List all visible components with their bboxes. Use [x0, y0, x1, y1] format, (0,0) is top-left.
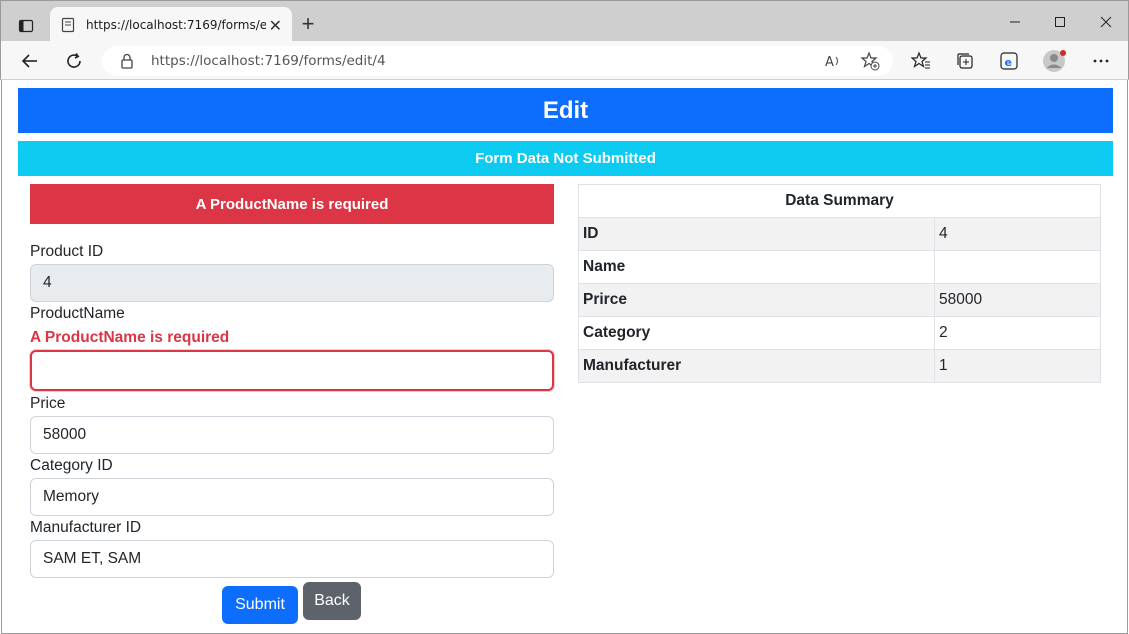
maximize-icon[interactable] — [1040, 9, 1080, 35]
new-tab-icon[interactable]: + — [297, 11, 319, 37]
svg-text:A: A — [825, 55, 834, 70]
tab-title: https://localhost:7169/forms/edit — [86, 17, 266, 32]
lock-icon[interactable] — [120, 53, 134, 74]
refresh-icon[interactable] — [62, 49, 86, 73]
favicon-icon — [60, 17, 76, 33]
browser-tab[interactable]: https://localhost:7169/forms/edit ✕ — [50, 7, 292, 42]
page-title: Edit — [18, 88, 1113, 133]
manufacturer-select[interactable]: SAM ET, SAM — [30, 540, 554, 578]
summary-value: 4 — [934, 217, 1101, 251]
table-row: Name — [578, 250, 1101, 284]
table-row: ID 4 — [578, 217, 1101, 251]
product-id-field: 4 — [30, 264, 554, 302]
data-summary-table: Data Summary ID 4 Name Prirce 58000 Cate… — [578, 184, 1101, 383]
category-select[interactable]: Memory — [30, 478, 554, 516]
price-input[interactable]: 58000 — [30, 416, 554, 454]
back-button[interactable]: Back — [303, 582, 361, 620]
category-label: Category ID — [30, 457, 113, 474]
summary-key: Name — [578, 250, 935, 284]
summary-value — [934, 250, 1101, 284]
window-close-icon[interactable] — [1086, 9, 1126, 35]
close-icon[interactable]: ✕ — [269, 16, 282, 36]
tab-strip: https://localhost:7169/forms/edit ✕ + — [0, 0, 1129, 42]
summary-key: Category — [578, 316, 935, 350]
manufacturer-label: Manufacturer ID — [30, 519, 142, 536]
status-banner: Form Data Not Submitted — [18, 141, 1113, 176]
summary-key: ID — [578, 217, 935, 251]
table-row: Category 2 — [578, 316, 1101, 350]
summary-value: 1 — [934, 349, 1101, 383]
error-banner: A ProductName is required — [30, 184, 554, 224]
product-name-error: A ProductName is required — [30, 329, 230, 346]
add-favorite-icon[interactable] — [860, 51, 880, 76]
browser-toolbar: https://localhost:7169/forms/edit/4 A e — [0, 41, 1129, 80]
minimize-icon[interactable] — [995, 9, 1035, 35]
product-name-label: ProductName — [30, 305, 125, 322]
summary-title: Data Summary — [578, 184, 1101, 218]
summary-value: 2 — [934, 316, 1101, 350]
table-row: Prirce 58000 — [578, 283, 1101, 317]
tab-actions-icon[interactable] — [9, 13, 43, 39]
address-bar[interactable]: https://localhost:7169/forms/edit/4 A — [102, 46, 893, 76]
submit-button[interactable]: Submit — [222, 586, 298, 624]
back-icon[interactable] — [18, 49, 42, 73]
favorites-icon[interactable] — [909, 49, 933, 73]
collections-icon[interactable] — [953, 49, 977, 73]
product-name-input[interactable] — [30, 350, 554, 391]
summary-key: Manufacturer — [578, 349, 935, 383]
table-row: Manufacturer 1 — [578, 349, 1101, 383]
profile-icon[interactable] — [1042, 49, 1066, 73]
price-label: Price — [30, 395, 66, 412]
summary-value: 58000 — [934, 283, 1101, 317]
svg-text:e: e — [1005, 56, 1012, 69]
read-aloud-icon[interactable]: A — [824, 52, 842, 75]
url-text[interactable]: https://localhost:7169/forms/edit/4 — [151, 53, 386, 69]
page-viewport: Edit Form Data Not Submitted A ProductNa… — [1, 80, 1128, 634]
summary-key: Prirce — [578, 283, 935, 317]
more-icon[interactable] — [1089, 49, 1113, 73]
edge-icon[interactable]: e — [997, 49, 1021, 73]
product-id-label: Product ID — [30, 243, 104, 260]
